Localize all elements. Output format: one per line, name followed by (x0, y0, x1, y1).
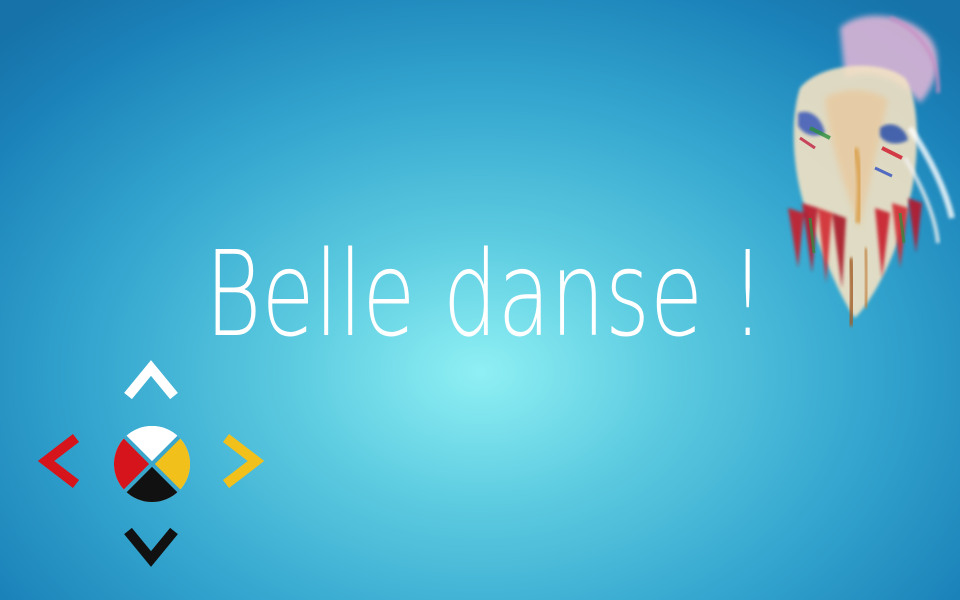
medicine-wheel-icon (113, 425, 191, 503)
right-arrow-button[interactable] (220, 432, 266, 490)
left-arrow-button[interactable] (36, 432, 82, 490)
message-banner: Belle danse ! (195, 205, 775, 365)
direction-pad (30, 350, 275, 580)
game-screen: Belle danse ! (0, 0, 960, 600)
down-arrow-button[interactable] (122, 525, 180, 569)
chevron-left-icon (37, 434, 80, 488)
message-text: Belle danse ! (205, 225, 765, 363)
chevron-up-icon (124, 360, 178, 400)
medicine-wheel-button[interactable] (112, 424, 192, 504)
mask-illustration (770, 8, 960, 333)
chevron-right-icon (222, 434, 265, 488)
up-arrow-button[interactable] (122, 358, 180, 402)
chevron-down-icon (124, 527, 178, 567)
mask-icon (788, 15, 955, 327)
message-svg: Belle danse ! (205, 225, 765, 363)
